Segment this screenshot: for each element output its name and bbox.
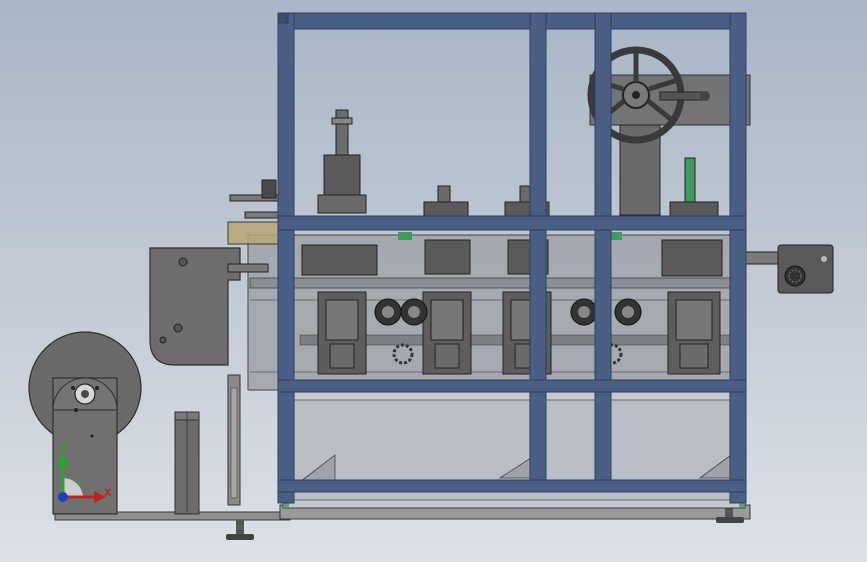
unwind-reel[interactable] xyxy=(28,331,142,515)
support-post xyxy=(174,411,200,515)
machine-drawing xyxy=(28,12,834,540)
feed-roller-3[interactable] xyxy=(570,298,598,326)
sealing-module-2[interactable] xyxy=(422,291,472,375)
z-axis-dot xyxy=(58,492,68,502)
x-axis-label: X xyxy=(104,487,112,499)
output-conveyor-arm[interactable] xyxy=(744,244,834,294)
pneumatic-cylinder[interactable] xyxy=(317,109,367,214)
handwheel[interactable] xyxy=(587,46,751,216)
cad-viewport[interactable]: Y X xyxy=(0,0,867,562)
feed-roller-2[interactable] xyxy=(400,298,428,326)
y-axis-label: Y xyxy=(59,442,67,454)
sealing-module-1[interactable] xyxy=(317,291,367,375)
feed-roller-4[interactable] xyxy=(614,298,642,326)
top-blocks xyxy=(423,157,719,217)
sealing-module-4[interactable] xyxy=(667,291,721,375)
feed-roller-1[interactable] xyxy=(374,298,402,326)
leveling-foot-left[interactable] xyxy=(226,520,254,540)
